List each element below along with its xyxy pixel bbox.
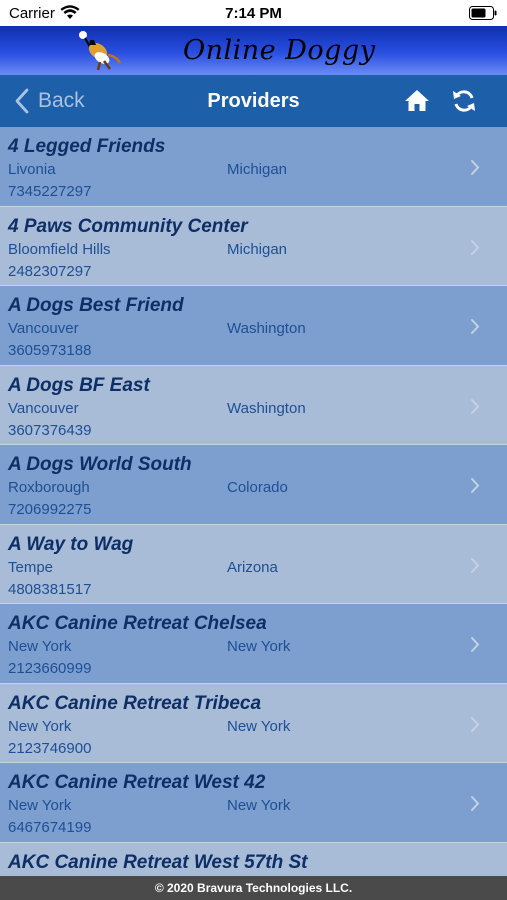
provider-phone: 4808381517: [8, 580, 92, 598]
provider-city: Tempe: [8, 558, 54, 576]
provider-city: New York: [8, 638, 72, 655]
provider-state: Washington: [227, 399, 306, 417]
provider-list[interactable]: 4 Legged Friends Livonia Michigan 734522729…: [0, 127, 507, 876]
refresh-icon[interactable]: [451, 88, 477, 114]
provider-row[interactable]: A Dogs Best Friend Vancouver Washington 360…: [0, 286, 507, 366]
app-title: Online Doggy: [183, 35, 376, 66]
provider-row[interactable]: A Dogs World South Roxborough Colorado 7206…: [0, 445, 507, 525]
provider-phone: 7345227297: [8, 183, 92, 200]
chevron-right-icon: [471, 478, 480, 493]
chevron-right-icon: [471, 319, 480, 334]
chevron-right-icon: [471, 637, 480, 652]
provider-state: Arizona: [227, 558, 278, 576]
provider-row[interactable]: AKC Canine Retreat West 57th St: [0, 842, 507, 876]
provider-state: Colorado: [227, 479, 288, 496]
provider-phone: 7206992275: [8, 501, 92, 518]
provider-phone: 3605973188: [8, 342, 92, 359]
provider-state: New York: [227, 638, 291, 655]
provider-name: A Dogs BF East: [8, 374, 150, 396]
provider-name: A Dogs Best Friend: [8, 295, 184, 316]
status-bar: Carrier 7:14 PM: [0, 0, 507, 26]
provider-state: Michigan: [227, 240, 288, 258]
brand-header: Online Doggy: [0, 26, 507, 75]
chevron-right-icon: [471, 557, 480, 573]
dog-logo-icon: [79, 31, 122, 71]
provider-city: New York: [8, 717, 72, 735]
footer-copyright: © 2020 Bravura Technologies LLC.: [0, 876, 507, 900]
provider-state: New York: [227, 797, 291, 814]
provider-name: AKC Canine Retreat West 42: [8, 772, 266, 793]
home-icon[interactable]: [404, 88, 430, 114]
battery-icon: [469, 6, 497, 20]
provider-name: A Dogs World South: [8, 454, 192, 475]
provider-phone: 6467674199: [8, 819, 92, 836]
page-title: Providers: [207, 90, 300, 112]
provider-city: New York: [8, 797, 72, 814]
provider-phone: 3607376439: [8, 421, 92, 439]
provider-row[interactable]: 4 Legged Friends Livonia Michigan 734522729…: [0, 127, 507, 207]
provider-name: AKC Canine Retreat West 57th St: [8, 851, 308, 873]
provider-row[interactable]: AKC Canine Retreat Chelsea New York New Yo…: [0, 604, 507, 684]
provider-row[interactable]: A Way to Wag Tempe Arizona 4808381517: [0, 524, 507, 604]
provider-phone: 2123660999: [8, 660, 92, 677]
provider-name: 4 Legged Friends: [8, 136, 166, 157]
provider-phone: 2482307297: [8, 262, 92, 280]
provider-row[interactable]: AKC Canine Retreat Tribeca New York New Yo…: [0, 683, 507, 763]
provider-name: A Way to Wag: [8, 533, 134, 555]
provider-name: 4 Paws Community Center: [8, 215, 248, 237]
provider-name: AKC Canine Retreat Tribeca: [8, 692, 262, 714]
chevron-right-icon: [471, 398, 480, 414]
provider-city: Bloomfield Hills: [8, 240, 111, 258]
provider-state: Michigan: [227, 161, 288, 178]
provider-city: Vancouver: [8, 399, 79, 417]
provider-row[interactable]: 4 Paws Community Center Bloomfield Hills M…: [0, 206, 507, 286]
provider-row[interactable]: AKC Canine Retreat West 42 New York New Yo…: [0, 763, 507, 843]
chevron-right-icon: [471, 716, 480, 732]
provider-name: AKC Canine Retreat Chelsea: [8, 613, 267, 634]
provider-state: New York: [227, 717, 291, 735]
navigation-bar: Back Providers: [0, 75, 507, 127]
provider-city: Roxborough: [8, 479, 90, 496]
chevron-right-icon: [471, 160, 480, 175]
provider-phone: 2123746900: [8, 739, 92, 757]
status-time: 7:14 PM: [225, 5, 282, 22]
provider-row[interactable]: A Dogs BF East Vancouver Washington 3607376…: [0, 365, 507, 445]
provider-city: Vancouver: [8, 320, 79, 337]
chevron-right-icon: [471, 239, 480, 255]
provider-state: Washington: [227, 320, 306, 337]
chevron-right-icon: [471, 796, 480, 811]
provider-city: Livonia: [8, 161, 56, 178]
